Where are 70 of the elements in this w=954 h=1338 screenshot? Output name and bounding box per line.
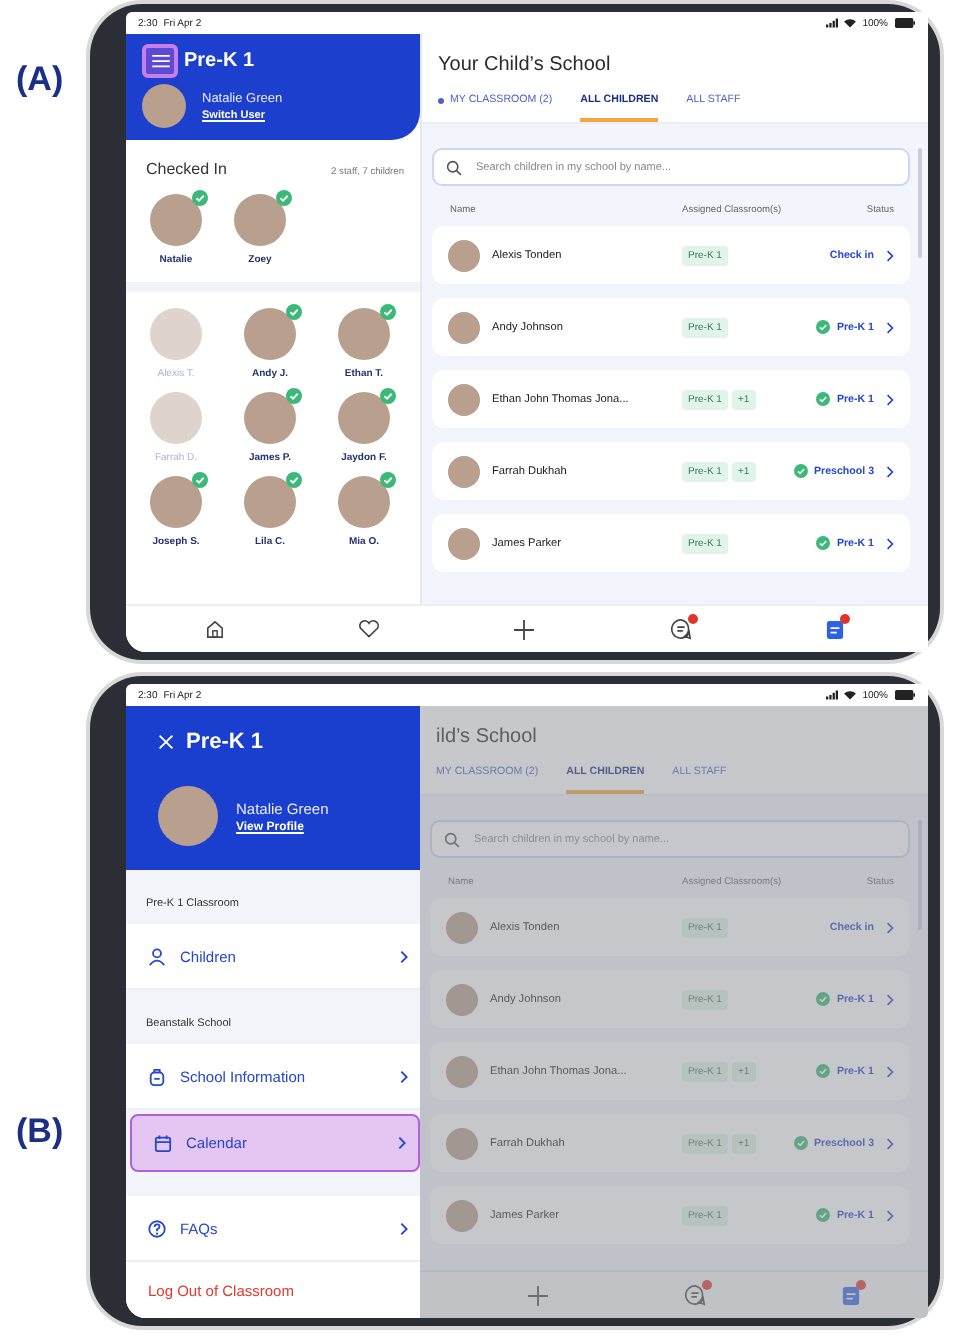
avatar[interactable] <box>244 392 296 444</box>
close-icon[interactable] <box>158 734 174 750</box>
person-icon <box>148 947 166 965</box>
chevron-right-icon <box>400 1069 408 1083</box>
page-title: Your Child’s School <box>438 54 613 76</box>
avatar <box>158 786 218 846</box>
section-title: Checked In <box>146 160 227 178</box>
notification-badge <box>702 1280 712 1290</box>
calendar-icon <box>154 1134 172 1152</box>
avatar[interactable] <box>150 476 202 528</box>
avatar[interactable] <box>150 194 202 246</box>
avatar <box>448 311 480 343</box>
help-icon <box>148 1219 166 1237</box>
avatar <box>142 84 186 128</box>
avatar[interactable] <box>338 308 390 360</box>
check-circle-icon <box>816 1208 831 1222</box>
chat-icon[interactable] <box>669 618 692 640</box>
menu-button[interactable] <box>142 44 178 78</box>
search-icon <box>446 159 462 175</box>
notification-badge <box>856 1280 866 1290</box>
avatar[interactable] <box>338 476 390 528</box>
check-circle-icon <box>816 992 831 1006</box>
avatar <box>446 911 478 943</box>
check-circle-icon <box>816 536 831 550</box>
chevron-right-icon[interactable] <box>886 393 894 405</box>
avatar <box>448 239 480 271</box>
plus-icon[interactable] <box>514 619 535 639</box>
avatar <box>446 983 478 1015</box>
signal-icon <box>826 690 839 700</box>
avatar <box>448 527 480 559</box>
check-circle-icon <box>794 1136 808 1150</box>
chevron-right-icon <box>400 1221 408 1235</box>
search-icon <box>444 831 460 847</box>
home-icon[interactable] <box>205 620 224 638</box>
avatar[interactable] <box>234 194 286 246</box>
panel-label: (B) <box>14 1110 66 1154</box>
chevron-right-icon[interactable] <box>886 537 894 549</box>
menu-icon <box>151 54 169 68</box>
wifi-icon <box>844 690 857 700</box>
clipboard-icon[interactable] <box>842 1284 860 1306</box>
avatar[interactable] <box>244 476 296 528</box>
classroom-title: Pre-K 1 <box>184 50 255 72</box>
panel-label: (A) <box>14 58 66 102</box>
classroom-title: Pre-K 1 <box>186 730 264 754</box>
chevron-right-icon[interactable] <box>886 465 894 477</box>
check-circle-icon <box>816 1064 831 1078</box>
battery-icon <box>894 18 916 28</box>
avatar[interactable] <box>338 392 390 444</box>
wifi-icon <box>844 18 857 28</box>
notification-badge <box>840 614 851 624</box>
avatar[interactable] <box>244 308 296 360</box>
signal-icon <box>826 18 839 28</box>
battery-icon <box>894 690 916 700</box>
page-title: ild’s School <box>436 726 539 748</box>
chevron-right-icon[interactable] <box>886 249 894 261</box>
chevron-right-icon <box>398 1136 406 1150</box>
check-circle-icon <box>794 464 808 478</box>
chevron-right-icon <box>400 949 408 963</box>
avatar <box>446 1199 478 1231</box>
avatar <box>446 1127 478 1159</box>
avatar <box>446 1055 478 1087</box>
clipboard-icon[interactable] <box>826 618 845 640</box>
check-circle-icon <box>816 320 831 334</box>
notification-badge <box>687 614 698 624</box>
check-circle-icon <box>816 392 831 406</box>
avatar <box>448 383 480 415</box>
heart-icon[interactable] <box>358 620 381 638</box>
chevron-right-icon[interactable] <box>886 321 894 333</box>
backpack-icon <box>148 1067 166 1085</box>
avatar <box>448 455 480 487</box>
